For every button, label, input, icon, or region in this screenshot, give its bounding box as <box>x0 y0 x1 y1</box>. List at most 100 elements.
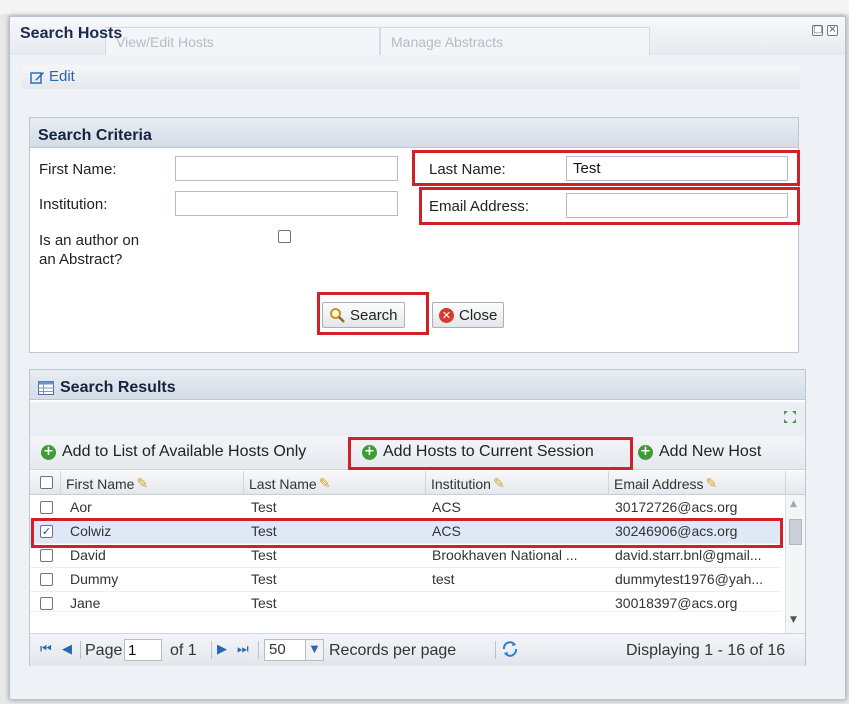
add-icon: + <box>41 444 56 460</box>
scroll-down-arrow[interactable]: ▼ <box>790 615 797 625</box>
row-checkbox[interactable] <box>40 501 53 514</box>
results-pager: ⏮ ◀ Page of 1 ▶ ⏭ 50 ▼ Records per page … <box>30 633 805 666</box>
column-first-name[interactable]: First Name ✎ <box>66 475 148 492</box>
row-checkbox[interactable] <box>40 597 53 610</box>
search-results-panel: Search Results + Add to List of Availabl… <box>29 369 806 666</box>
scroll-up-arrow[interactable]: ▲ <box>790 499 797 509</box>
author-label-line2: an Abstract? <box>39 251 123 268</box>
add-icon: + <box>638 444 653 460</box>
add-to-available-button[interactable]: + Add to List of Available Hosts Only <box>41 443 306 461</box>
prev-page-icon[interactable]: ◀ <box>62 642 72 657</box>
add-icon: + <box>362 444 377 460</box>
cell-first-name: David <box>70 547 106 563</box>
expand-icon[interactable] <box>783 410 797 424</box>
close-button[interactable]: ✕ Close <box>432 302 505 328</box>
page-number-input[interactable] <box>124 639 162 661</box>
scroll-thumb[interactable] <box>789 519 802 545</box>
column-institution[interactable]: Institution ✎ <box>431 475 505 492</box>
cell-last-name: Test <box>251 595 277 611</box>
edit-toolbar <box>22 65 800 89</box>
edit-label: Edit <box>49 68 75 85</box>
row-checkbox[interactable] <box>40 573 53 586</box>
tab-manage-abstracts[interactable]: Manage Abstracts <box>380 27 650 55</box>
cell-email: 30018397@acs.org <box>615 595 738 611</box>
column-email-label: Email Address <box>614 475 704 492</box>
search-results-heading: Search Results <box>30 370 805 400</box>
table-row[interactable]: Aor Test ACS 30172726@acs.org <box>30 496 782 520</box>
row-checkbox[interactable] <box>40 549 53 562</box>
first-name-label: First Name: <box>39 161 117 178</box>
table-row[interactable]: Jane Test 30018397@acs.org <box>30 592 782 612</box>
close-icon[interactable]: × <box>827 25 838 36</box>
dialog-titlebar[interactable]: View/Edit Hosts Manage Abstracts Search … <box>10 17 845 55</box>
column-institution-label: Institution <box>431 475 491 492</box>
dialog-title: Search Hosts <box>20 25 123 42</box>
per-page-value: 50 <box>269 641 286 658</box>
chevron-down-icon: ▼ <box>305 640 323 660</box>
tab-view-edit-hosts[interactable]: View/Edit Hosts <box>105 27 380 55</box>
search-icon <box>330 308 345 323</box>
next-page-icon[interactable]: ▶ <box>217 642 227 657</box>
results-scrollbar[interactable]: ▲ ▼ <box>785 495 805 633</box>
cell-email: dummytest1976@yah... <box>615 571 764 587</box>
cell-email: david.starr.bnl@gmail... <box>615 547 762 563</box>
cell-last-name: Test <box>251 499 277 515</box>
page-label: Page <box>85 642 123 659</box>
add-new-host-button[interactable]: + Add New Host <box>638 443 761 461</box>
close-button-label: Close <box>459 306 498 324</box>
pencil-icon: ✎ <box>318 475 331 491</box>
last-page-icon[interactable]: ⏭ <box>237 642 249 657</box>
search-results-title: Search Results <box>60 379 176 396</box>
background-bar <box>0 0 849 14</box>
grid-icon <box>38 381 54 395</box>
records-per-page-label: Records per page <box>329 642 457 659</box>
column-first-name-label: First Name <box>66 475 135 492</box>
cell-first-name: Jane <box>70 595 101 611</box>
records-per-page-select[interactable]: 50 ▼ <box>264 639 324 661</box>
cell-first-name: Dummy <box>70 571 119 587</box>
column-email[interactable]: Email Address ✎ <box>614 475 717 492</box>
email-label: Email Address: <box>429 198 530 215</box>
refresh-icon[interactable] <box>501 640 519 658</box>
column-last-name[interactable]: Last Name ✎ <box>249 475 330 492</box>
results-toolbar <box>30 402 805 436</box>
edit-icon <box>30 71 44 84</box>
column-last-name-label: Last Name <box>249 475 317 492</box>
search-button[interactable]: Search <box>322 302 405 328</box>
author-label-line1: Is an author on <box>39 232 140 249</box>
institution-label: Institution: <box>39 196 108 213</box>
close-circle-icon: ✕ <box>439 307 454 323</box>
author-checkbox[interactable] <box>278 230 291 243</box>
pencil-icon: ✎ <box>492 475 505 491</box>
institution-input[interactable] <box>175 191 398 216</box>
search-button-label: Search <box>350 306 398 324</box>
edit-button[interactable]: Edit <box>30 68 75 85</box>
add-to-available-label: Add to List of Available Hosts Only <box>62 443 307 460</box>
first-name-input[interactable] <box>175 156 398 181</box>
cell-last-name: Test <box>251 547 277 563</box>
add-to-session-label: Add Hosts to Current Session <box>383 443 594 460</box>
cell-first-name: Aor <box>70 499 92 515</box>
search-criteria-panel: Search Criteria First Name: Institution:… <box>29 117 800 353</box>
first-page-icon[interactable]: ⏮ <box>40 642 52 657</box>
email-input[interactable] <box>566 193 788 218</box>
pencil-icon: ✎ <box>705 475 718 491</box>
search-criteria-heading: Search Criteria <box>30 118 798 148</box>
pencil-icon: ✎ <box>136 475 149 491</box>
selected-row-highlight <box>31 518 783 548</box>
table-row[interactable]: Dummy Test test dummytest1976@yah... <box>30 568 782 592</box>
page-count: of 1 <box>170 642 197 659</box>
last-name-input[interactable] <box>566 156 788 181</box>
results-grid-header: First Name ✎ Last Name ✎ Institution ✎ Emai… <box>30 471 805 495</box>
cell-last-name: Test <box>251 571 277 587</box>
last-name-label: Last Name: <box>429 161 506 178</box>
search-hosts-dialog: View/Edit Hosts Manage Abstracts Search … <box>9 16 846 700</box>
cell-institution: ACS <box>432 499 461 515</box>
add-to-session-button[interactable]: + Add Hosts to Current Session <box>362 443 594 461</box>
add-new-host-label: Add New Host <box>659 443 762 460</box>
cell-institution: test <box>432 571 455 587</box>
select-all-checkbox[interactable] <box>40 476 53 489</box>
search-criteria-title: Search Criteria <box>38 127 152 144</box>
cell-institution: Brookhaven National ... <box>432 547 578 563</box>
maximize-icon[interactable]: □ <box>812 25 823 36</box>
